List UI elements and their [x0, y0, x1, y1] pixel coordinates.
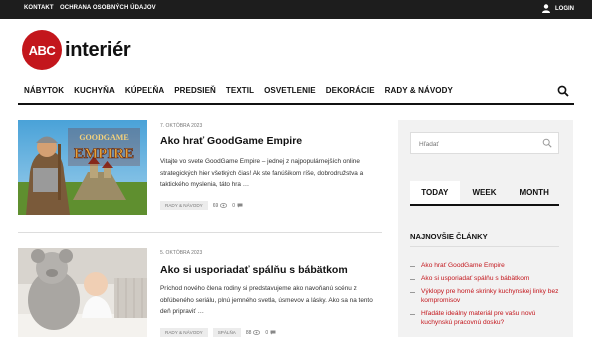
post-thumbnail[interactable]: GOODGAME EMPIRE: [18, 120, 147, 215]
tab-month[interactable]: MONTH: [509, 181, 559, 205]
nav-item-nabytok[interactable]: NÁBYTOK: [24, 86, 64, 98]
views-count: 69: [212, 202, 219, 209]
latest-article-link[interactable]: Výklopy pre horné skrinky kuchynskej lin…: [410, 287, 560, 306]
latest-article-link[interactable]: Hľadáte ideálny materiál pre vašu novú k…: [410, 309, 560, 328]
nav-item-dekoracie[interactable]: DEKORÁCIE: [326, 86, 375, 98]
tabs-divider: [410, 204, 559, 206]
logo-badge: ABC: [22, 30, 62, 70]
post-comments[interactable]: 0: [265, 330, 276, 336]
post-title[interactable]: Ako si usporiadať spálňu s bábätkom: [160, 264, 348, 276]
nav-item-kuchyna[interactable]: KUCHYŇA: [74, 86, 115, 98]
post-comments[interactable]: 0: [232, 203, 243, 209]
user-icon: [542, 4, 550, 13]
eye-icon: [220, 203, 228, 208]
top-bar: KONTAKT OCHRANA OSOBNÝCH ÚDAJOV LOGIN: [0, 0, 592, 19]
sidebar-search: [410, 132, 559, 155]
latest-articles-heading: NAJNOVŠIE ČLÁNKY: [410, 232, 488, 241]
sidebar: TODAY WEEK MONTH NAJNOVŠIE ČLÁNKY Ako hr…: [398, 120, 573, 337]
contact-link[interactable]: KONTAKT: [24, 5, 54, 11]
tab-today[interactable]: TODAY: [410, 181, 460, 205]
logo-text: interiér: [65, 38, 131, 61]
post-date: 5. OKTÓBRA 2023: [160, 250, 203, 256]
search-icon[interactable]: [557, 85, 569, 97]
post-views: 88: [246, 330, 261, 336]
nav-item-predsien[interactable]: PREDSIEŇ: [174, 86, 216, 98]
post-category-tag[interactable]: SPÁLŇA: [212, 328, 241, 337]
comments-count: 0: [232, 202, 236, 209]
popular-tabs: TODAY WEEK MONTH: [410, 181, 559, 205]
latest-article-link[interactable]: Ako hrať GoodGame Empire: [410, 261, 560, 270]
search-input[interactable]: [411, 134, 539, 155]
post-category-tag[interactable]: RADY & NÁVODY: [160, 201, 208, 210]
post-meta: RADY & NÁVODY SPÁLŇA 88 0: [160, 328, 276, 337]
post-title[interactable]: Ako hrať GoodGame Empire: [160, 135, 302, 147]
nav-item-textil[interactable]: TEXTIL: [226, 86, 254, 98]
post-thumbnail[interactable]: [18, 248, 147, 337]
post-excerpt: Príchod nového člena rodiny si predstavu…: [160, 285, 373, 315]
post-views: 69: [213, 203, 228, 209]
nav-item-kupelna[interactable]: KÚPEĽŇA: [125, 86, 164, 98]
nav-divider: [18, 103, 574, 105]
comment-icon: [237, 203, 243, 208]
nav-item-osvetlenie[interactable]: OSVETLENIE: [264, 86, 316, 98]
latest-divider: [410, 246, 559, 247]
post-category-tag[interactable]: RADY & NÁVODY: [160, 328, 208, 337]
privacy-link[interactable]: OCHRANA OSOBNÝCH ÚDAJOV: [60, 5, 156, 11]
tab-week[interactable]: WEEK: [460, 181, 510, 205]
main-nav: NÁBYTOK KUCHYŇA KÚPEĽŇA PREDSIEŇ TEXTIL …: [24, 86, 453, 98]
post-divider: [18, 232, 382, 233]
post-excerpt: Vitajte vo svete GoodGame Empire – jedne…: [160, 158, 364, 188]
comments-count: 0: [265, 329, 269, 336]
post-card: 5. OKTÓBRA 2023 Ako si usporiadať spálňu…: [18, 248, 382, 337]
nav-item-rady-navody[interactable]: RADY & NÁVODY: [385, 86, 453, 98]
site-logo[interactable]: ABC interiér: [22, 30, 131, 70]
comment-icon: [270, 330, 276, 335]
eye-icon: [253, 330, 261, 335]
post-card: GOODGAME EMPIRE 7. OKTÓBRA 2023 Ako hrať…: [18, 120, 382, 220]
thumb-title-top: GOODGAME: [79, 133, 128, 142]
latest-article-link[interactable]: Ako si usporiadať spálňu s bábätkom: [410, 274, 560, 283]
views-count: 88: [245, 329, 252, 336]
post-date: 7. OKTÓBRA 2023: [160, 123, 203, 129]
post-meta: RADY & NÁVODY 69 0: [160, 201, 243, 210]
login-button[interactable]: LOGIN: [542, 4, 574, 13]
login-label: LOGIN: [555, 5, 574, 12]
search-icon[interactable]: [542, 138, 552, 148]
thumb-title-main: EMPIRE: [74, 146, 134, 162]
latest-articles-list: Ako hrať GoodGame Empire Ako si usporiad…: [410, 261, 560, 331]
